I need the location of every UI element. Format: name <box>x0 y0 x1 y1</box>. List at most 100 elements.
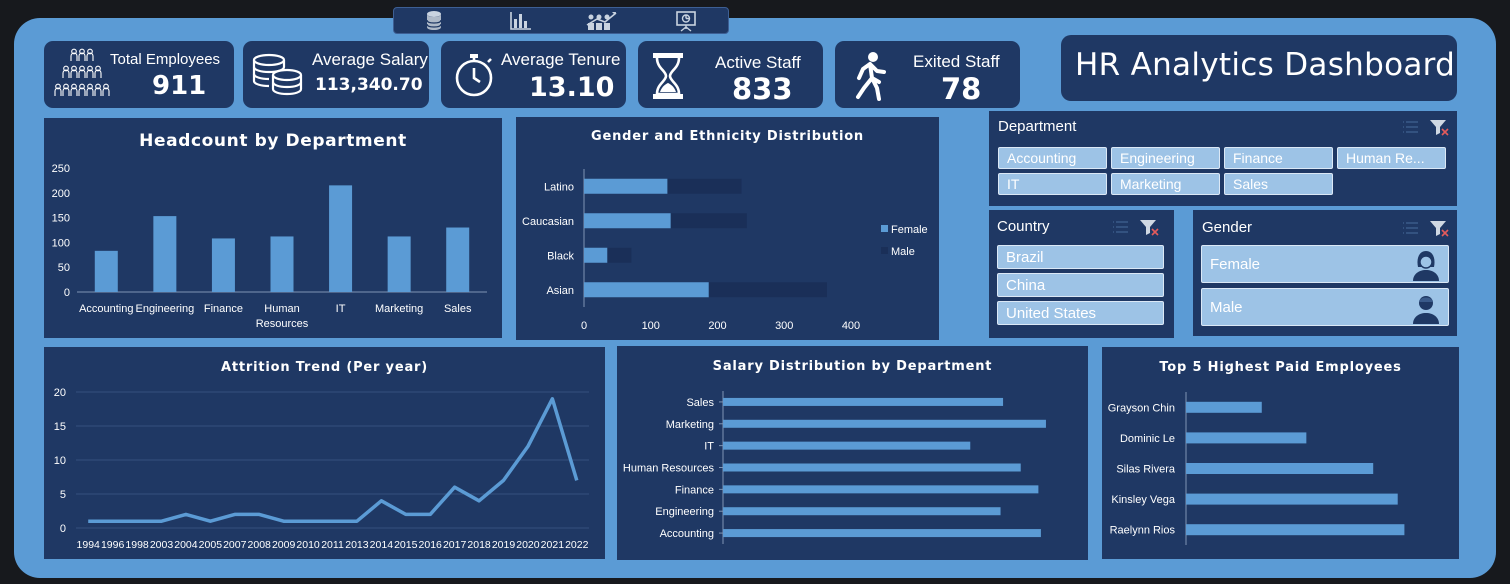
legend-label: Female <box>891 224 928 236</box>
country-slicer: Country Brazil China United States <box>989 210 1174 338</box>
headcount-chart-panel: Headcount by Department 0 50 100 150 200 250 A… <box>44 118 502 338</box>
slicer-item-engineering[interactable]: Engineering <box>1111 147 1220 169</box>
top5-chart-panel: Top 5 Highest Paid Employees Grayson Chi… <box>1102 347 1459 559</box>
x-tick-label: 2011 <box>321 539 344 551</box>
x-tick-label: 2020 <box>516 539 540 551</box>
clear-filter-icon[interactable] <box>1430 221 1449 237</box>
x-tick-label: 2022 <box>565 539 589 551</box>
legend-label: Male <box>891 246 915 258</box>
bar-male-black <box>607 247 632 263</box>
slicer-item-male[interactable]: Male <box>1201 288 1449 326</box>
bar-human-resources <box>270 236 294 292</box>
x-tick-label: 0 <box>581 320 587 332</box>
slicer-title: Department <box>998 118 1077 135</box>
y-tick-label: Grayson Chin <box>1108 402 1175 414</box>
database-icon[interactable] <box>414 9 454 33</box>
slicer-title: Gender <box>1202 219 1253 236</box>
kpi-value: 113,340.70 <box>315 75 423 95</box>
kpi-label: Total Employees <box>110 51 221 68</box>
slicer-item-female[interactable]: Female <box>1201 245 1449 283</box>
multi-select-icon[interactable] <box>1403 121 1418 133</box>
stopwatch-icon <box>453 52 497 98</box>
bar-it <box>329 185 353 292</box>
female-avatar-icon <box>1413 251 1439 281</box>
x-tick-label: 1994 <box>77 539 101 551</box>
clear-filter-icon[interactable] <box>1140 220 1159 236</box>
kpi-total-employees: Total Employees 911 <box>44 41 234 108</box>
salary-chart: Sales Marketing IT Human Resources Finance En… <box>623 391 1046 544</box>
bar-chart-icon[interactable] <box>500 9 540 33</box>
x-tick-label: 100 <box>642 320 660 332</box>
slicer-item-label: Male <box>1210 299 1243 316</box>
bar-it <box>723 441 971 450</box>
kpi-value: 911 <box>152 71 207 101</box>
y-tick-label: Marketing <box>666 419 714 431</box>
people-group-icon <box>54 45 110 103</box>
slicer-item-it[interactable]: IT <box>998 173 1107 195</box>
x-tick-label: Finance <box>204 303 243 315</box>
slicer-item-label: Female <box>1210 256 1261 273</box>
y-tick-label: 100 <box>52 237 70 249</box>
slicer-item-finance[interactable]: Finance <box>1224 147 1333 169</box>
top-navigation <box>393 7 729 34</box>
slicer-item-marketing[interactable]: Marketing <box>1111 173 1220 195</box>
department-slicer: Department Accounting Engineering Finance H… <box>989 111 1457 206</box>
bar-finance <box>723 485 1039 494</box>
x-tick-label: Marketing <box>375 303 423 315</box>
y-tick-label: 50 <box>58 262 70 274</box>
bar-female-black <box>584 247 608 263</box>
bar-female-latino <box>584 178 668 194</box>
bar-grayson-chin <box>1186 401 1262 413</box>
bar-sales <box>446 227 470 292</box>
multi-select-icon[interactable] <box>1403 222 1418 234</box>
kpi-exited-staff: Exited Staff 78 <box>835 41 1020 108</box>
y-tick-label: 200 <box>52 188 70 200</box>
y-tick-label: Asian <box>546 285 574 297</box>
y-tick-label: Finance <box>675 484 714 496</box>
salary-chart-panel: Salary Distribution by Department Sales M… <box>617 346 1088 560</box>
x-tick-label: 2009 <box>272 539 296 551</box>
y-tick-label: 0 <box>64 287 70 299</box>
x-tick-label: 2005 <box>199 539 223 551</box>
x-tick-label: 2016 <box>419 539 443 551</box>
slicer-item-united-states[interactable]: United States <box>997 301 1164 325</box>
kpi-average-salary: Average Salary 113,340.70 <box>243 41 429 108</box>
y-tick-label: Silas Rivera <box>1116 464 1176 476</box>
x-tick-label: IT <box>336 303 346 315</box>
x-tick-label: 400 <box>842 320 860 332</box>
clear-filter-icon[interactable] <box>1430 120 1449 136</box>
team-growth-icon[interactable] <box>582 9 622 33</box>
y-tick-label: 20 <box>54 387 66 399</box>
x-tick-label: 2010 <box>296 539 320 551</box>
x-tick-label: 300 <box>775 320 793 332</box>
slicer-item-accounting[interactable]: Accounting <box>998 147 1107 169</box>
x-tick-label: 1998 <box>125 539 149 551</box>
attrition-chart: 0 5 10 15 20 1994 1996 1998 2003 2004 2005 2007 2008… <box>54 387 589 551</box>
y-tick-label: Caucasian <box>522 216 574 228</box>
slicer-item-human-re[interactable]: Human Re... <box>1337 147 1446 169</box>
multi-select-icon[interactable] <box>1113 221 1128 233</box>
x-tick-label: Resources <box>256 318 309 330</box>
bar-accounting <box>94 250 118 292</box>
y-tick-label: 15 <box>54 421 66 433</box>
x-tick-label: 2014 <box>370 539 394 551</box>
x-tick-label: Human <box>264 303 299 315</box>
x-tick-label: 2008 <box>248 539 272 551</box>
presentation-icon[interactable] <box>666 9 706 33</box>
bar-engineering <box>153 216 177 292</box>
bar-kinsley-vega <box>1186 493 1398 505</box>
kpi-label: Exited Staff <box>913 52 1000 71</box>
attrition-chart-panel: Attrition Trend (Per year) 0 5 10 15 20 1994 1… <box>44 347 605 559</box>
headcount-chart: 0 50 100 150 200 250 Accounting Engineering Fina… <box>52 163 487 330</box>
slicer-item-brazil[interactable]: Brazil <box>997 245 1164 269</box>
dashboard-title-card: HR Analytics Dashboard <box>1061 35 1457 101</box>
y-tick-label: Engineering <box>655 506 714 518</box>
bar-marketing <box>387 236 411 292</box>
y-tick-label: Black <box>547 250 574 262</box>
legend-swatch <box>881 247 888 254</box>
slicer-item-china[interactable]: China <box>997 273 1164 297</box>
x-tick-label: Engineering <box>135 303 194 315</box>
slicer-item-sales[interactable]: Sales <box>1224 173 1333 195</box>
bar-male-caucasian <box>670 213 747 229</box>
bar-female-asian <box>584 282 709 298</box>
